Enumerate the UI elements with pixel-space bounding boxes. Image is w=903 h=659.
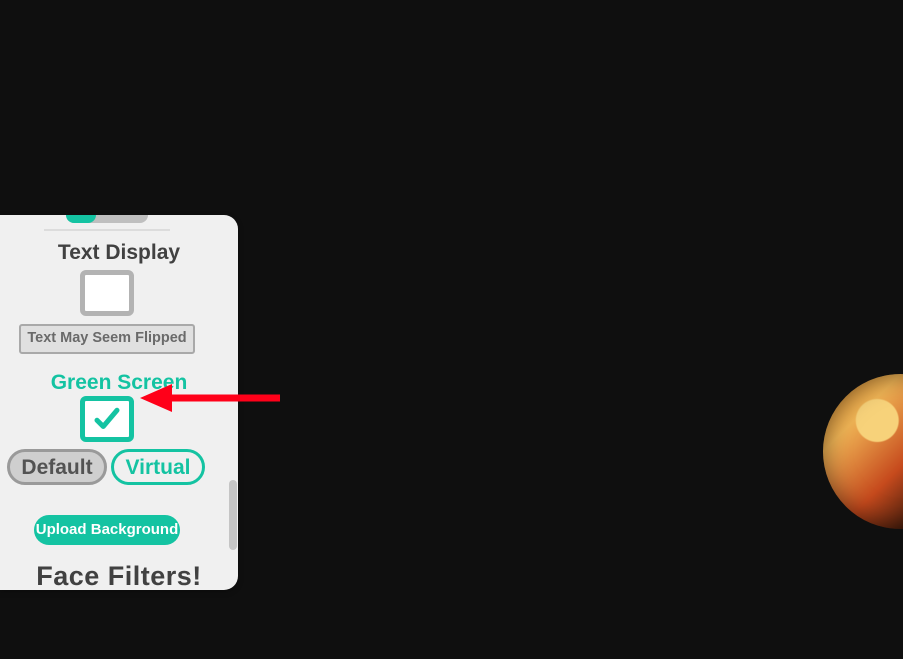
face-filters-title: Face Filters! (0, 561, 238, 590)
mode-default-button[interactable]: Default (7, 449, 107, 485)
check-icon (92, 404, 122, 434)
mode-virtual-button[interactable]: Virtual (111, 449, 205, 485)
toggle-stub[interactable] (66, 215, 148, 223)
flip-note: Text May Seem Flipped (19, 324, 195, 354)
settings-panel: Text Display Text May Seem Flipped Green… (0, 215, 238, 590)
green-screen-title: Green Screen (0, 371, 238, 395)
text-display-title: Text Display (0, 241, 238, 265)
divider (44, 229, 170, 231)
text-display-checkbox[interactable] (80, 270, 134, 316)
avatar (823, 374, 903, 529)
green-screen-checkbox[interactable] (80, 396, 134, 442)
upload-background-button[interactable]: Upload Background (34, 515, 180, 545)
